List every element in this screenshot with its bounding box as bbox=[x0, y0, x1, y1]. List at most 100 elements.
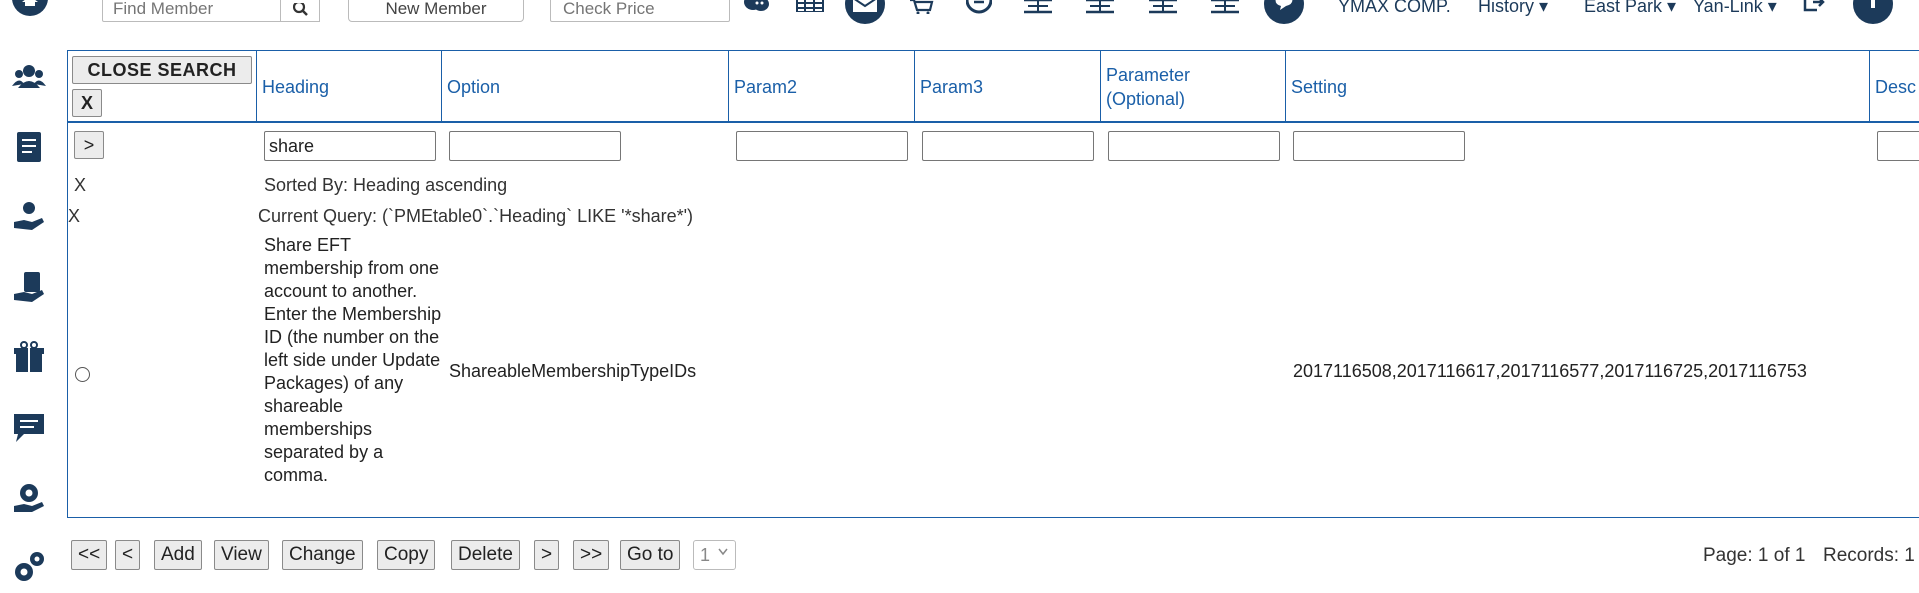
company-name: YMAX COMP. bbox=[1338, 0, 1451, 16]
check-price-box bbox=[550, 0, 730, 22]
clear-sort-button[interactable]: X bbox=[74, 175, 86, 196]
next-page-button[interactable]: > bbox=[534, 540, 560, 570]
court-icon bbox=[1211, 0, 1239, 14]
clear-query-button[interactable]: X bbox=[68, 206, 80, 227]
sort-status: Sorted By: Heading ascending bbox=[264, 175, 508, 195]
column-header-parameter-optional[interactable]: Parameter (Optional) bbox=[1101, 51, 1286, 123]
search-icon bbox=[293, 3, 308, 16]
column-label: Desc bbox=[1875, 77, 1917, 97]
delete-record-button[interactable]: Delete bbox=[451, 540, 520, 570]
chevron-down-icon bbox=[718, 548, 728, 556]
chat-icon bbox=[14, 414, 44, 442]
new-member-button[interactable]: New Member bbox=[348, 0, 524, 22]
column-label: Parameter (Optional) bbox=[1106, 65, 1191, 109]
court-icon bbox=[1149, 0, 1177, 14]
home-button[interactable] bbox=[12, 0, 48, 16]
go-to-page-button[interactable]: Go to bbox=[620, 540, 681, 570]
sidebar-item-messages[interactable] bbox=[12, 410, 46, 444]
home-icon bbox=[22, 0, 38, 6]
heading-filter-input[interactable] bbox=[264, 131, 436, 161]
previous-page-button[interactable]: < bbox=[115, 540, 141, 570]
chevron-down-icon: ▾ bbox=[1762, 0, 1777, 16]
court-button-4[interactable] bbox=[1203, 0, 1243, 24]
cart-icon bbox=[910, 0, 934, 14]
param3-filter-input[interactable] bbox=[922, 131, 1094, 161]
chat-bubbles-icon bbox=[744, 0, 769, 11]
pager-bar: << < Add View Change Copy Delete > >> Go… bbox=[0, 535, 1919, 575]
description-filter-input[interactable] bbox=[1877, 131, 1919, 161]
column-label: Heading bbox=[262, 77, 330, 97]
logout-button[interactable] bbox=[1795, 0, 1835, 24]
last-page-button[interactable]: >> bbox=[573, 540, 610, 570]
column-header-heading[interactable]: Heading bbox=[257, 51, 442, 123]
add-record-button[interactable]: Add bbox=[154, 540, 202, 570]
sidebar-item-packages[interactable] bbox=[12, 340, 46, 374]
close-x-button[interactable]: X bbox=[72, 89, 102, 117]
horizontal-scrollbar[interactable] bbox=[68, 517, 1919, 518]
row-option-cell: ShareableMembershipTypeIDs bbox=[449, 361, 697, 381]
column-header-setting[interactable]: Setting bbox=[1286, 51, 1870, 123]
users-icon bbox=[12, 65, 46, 88]
envelope-icon bbox=[853, 0, 877, 12]
message-icon bbox=[1275, 0, 1293, 10]
sidebar-item-documents[interactable] bbox=[12, 130, 46, 164]
court-button-2[interactable] bbox=[1078, 0, 1118, 24]
check-price-input[interactable] bbox=[551, 0, 729, 21]
row-heading-cell: Share EFT membership from one account to… bbox=[264, 235, 442, 485]
column-label: Option bbox=[447, 77, 501, 97]
court-button-3[interactable] bbox=[1141, 0, 1181, 24]
hand-care-icon bbox=[14, 202, 44, 230]
sidebar-item-tasks[interactable] bbox=[12, 270, 46, 304]
history-menu[interactable]: History ▾ bbox=[1478, 0, 1548, 17]
records-info: Records: 1 bbox=[1823, 545, 1915, 566]
court-button-1[interactable] bbox=[1016, 0, 1056, 24]
page-info: Page: 1 of 1 bbox=[1703, 545, 1806, 566]
clock-icon bbox=[966, 0, 992, 14]
column-header-param2[interactable]: Param2 bbox=[729, 51, 915, 123]
row-setting-cell: 2017116508,2017116617,2017116577,2017116… bbox=[1293, 361, 1807, 381]
column-header-param3[interactable]: Param3 bbox=[915, 51, 1101, 123]
sidebar-item-members[interactable] bbox=[12, 60, 46, 94]
info-button[interactable] bbox=[1853, 0, 1893, 24]
location-menu[interactable]: East Park ▾ bbox=[1584, 0, 1676, 17]
cart-button[interactable] bbox=[900, 0, 940, 24]
column-label: Param2 bbox=[734, 77, 798, 97]
column-header-option[interactable]: Option bbox=[442, 51, 729, 123]
page-number-select[interactable]: 1 bbox=[693, 540, 736, 570]
change-record-button[interactable]: Change bbox=[282, 540, 363, 570]
parameter-optional-filter-input[interactable] bbox=[1108, 131, 1280, 161]
find-member-input[interactable] bbox=[103, 0, 281, 21]
find-member-search-button[interactable] bbox=[280, 0, 320, 22]
param2-filter-input[interactable] bbox=[736, 131, 908, 161]
row-select-radio[interactable] bbox=[75, 367, 90, 382]
mail-button[interactable] bbox=[845, 0, 885, 24]
chat-bubbles-button[interactable] bbox=[736, 0, 776, 24]
settings-grid: CLOSE SEARCH X Heading Option Param2 Par… bbox=[67, 50, 1919, 518]
info-icon bbox=[1871, 0, 1875, 8]
column-header-description[interactable]: Desc bbox=[1870, 51, 1919, 123]
page-number-value: 1 bbox=[700, 545, 711, 565]
yan-link-menu[interactable]: Yan-Link ▾ bbox=[1693, 0, 1777, 17]
close-search-button[interactable]: CLOSE SEARCH bbox=[72, 56, 252, 84]
left-sidebar bbox=[0, 48, 58, 593]
setting-filter-input[interactable] bbox=[1293, 131, 1465, 161]
calendar-grid-icon bbox=[796, 0, 824, 12]
option-filter-input[interactable] bbox=[449, 131, 621, 161]
sidebar-item-admin[interactable] bbox=[12, 480, 46, 514]
calendar-button[interactable] bbox=[788, 0, 828, 24]
find-member-box bbox=[102, 0, 282, 22]
first-page-button[interactable]: << bbox=[71, 540, 108, 570]
view-record-button[interactable]: View bbox=[214, 540, 269, 570]
yan-link-label: Yan-Link bbox=[1693, 0, 1763, 16]
apply-filter-button[interactable]: > bbox=[74, 131, 104, 159]
court-icon bbox=[1086, 0, 1114, 14]
copy-record-button[interactable]: Copy bbox=[377, 540, 436, 570]
messages-button[interactable] bbox=[1264, 0, 1304, 24]
sidebar-item-services[interactable] bbox=[12, 200, 46, 234]
clock-button[interactable] bbox=[958, 0, 998, 24]
logout-icon bbox=[1803, 0, 1825, 12]
grid-header: CLOSE SEARCH X Heading Option Param2 Par… bbox=[68, 51, 1919, 123]
column-label: Param3 bbox=[920, 77, 984, 97]
clipboard-hand-icon bbox=[14, 272, 44, 302]
top-toolbar: New Member YMAX COMP. History ▾ East Par… bbox=[0, 0, 1919, 30]
